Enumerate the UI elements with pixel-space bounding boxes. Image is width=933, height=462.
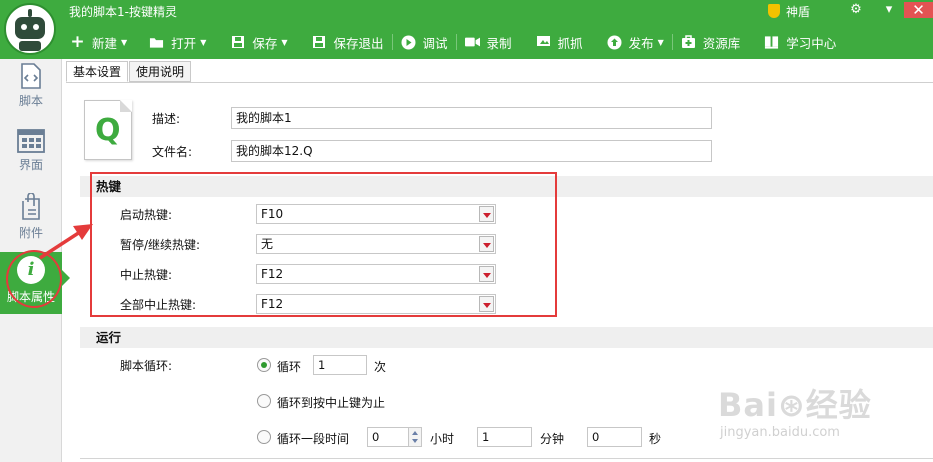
tab-usage-instructions[interactable]: 使用说明 xyxy=(129,61,192,82)
sidebar-item-interface[interactable]: 界面 xyxy=(0,125,62,187)
publish-label: 发布 xyxy=(628,35,654,51)
toolbar-divider xyxy=(591,34,599,50)
hours-unit: 小时 xyxy=(430,432,455,446)
interface-grid-icon xyxy=(17,129,45,153)
new-label: 新建 xyxy=(92,35,118,51)
seconds-unit: 秒 xyxy=(649,432,662,446)
shield-label: 神盾 xyxy=(786,4,811,19)
file-icon-letter: Q xyxy=(95,113,121,148)
resource-library-button[interactable]: 资源库 xyxy=(681,33,741,52)
plus-icon: + xyxy=(70,31,85,52)
watermark-logo: Bai⊛经验 xyxy=(718,386,872,424)
chevron-down-icon[interactable]: ▼ xyxy=(121,38,127,47)
debug-label: 调试 xyxy=(422,35,448,51)
settings-gear-icon[interactable]: ⚙ xyxy=(846,2,866,18)
filename-label: 文件名: xyxy=(152,145,193,159)
toolbar-divider xyxy=(455,34,457,50)
toolbar-divider xyxy=(671,34,673,50)
screen-capture-icon xyxy=(536,35,551,50)
capture-label: 抓抓 xyxy=(557,35,583,51)
chevron-down-icon[interactable]: ▼ xyxy=(200,38,206,47)
learning-center-label: 学习中心 xyxy=(786,35,837,51)
toolbar-divider xyxy=(214,34,222,50)
toolbar: + 新建 ▼ 打开 ▼ 保存 ▼ 保存退出 调试 录制 抓抓 发布 ▼ 资源库 … xyxy=(70,31,836,53)
annotation-circle xyxy=(6,250,62,308)
sidebar-item-attachment[interactable]: 附件 xyxy=(0,189,62,251)
save-label: 保存 xyxy=(252,35,278,51)
watermark-url: jingyan.baidu.com xyxy=(720,425,840,440)
q-file-icon: Q xyxy=(84,100,132,160)
publish-icon xyxy=(607,35,622,50)
toolbar-divider xyxy=(391,34,393,50)
folder-icon xyxy=(149,35,164,50)
new-button[interactable]: + 新建 ▼ xyxy=(70,33,127,52)
save-exit-label: 保存退出 xyxy=(333,35,384,51)
capture-button[interactable]: 抓抓 xyxy=(536,33,583,52)
save-exit-button[interactable]: 保存退出 xyxy=(312,33,384,52)
sidebar-label: 附件 xyxy=(18,226,43,240)
annotation-highlight-box xyxy=(90,172,557,317)
description-label: 描述: xyxy=(152,112,181,126)
play-icon xyxy=(401,35,416,50)
tab-bar: 基本设置 使用说明 xyxy=(66,61,192,83)
save-button[interactable]: 保存 ▼ xyxy=(230,33,288,52)
toolbar-divider xyxy=(135,34,141,50)
save-exit-icon xyxy=(312,35,327,50)
loop-count-input[interactable]: 1 xyxy=(313,355,367,375)
sidebar-label: 界面 xyxy=(18,158,43,172)
title-bar: 我的脚本1-按键精灵 神盾 ⚙ ▾ ✕ + 新建 ▼ 打开 ▼ 保存 ▼ 保存退… xyxy=(0,0,933,59)
minutes-input[interactable]: 1 xyxy=(477,427,532,447)
record-button[interactable]: 录制 xyxy=(464,33,512,52)
loop-count-radio[interactable] xyxy=(257,358,271,372)
open-label: 打开 xyxy=(171,35,197,51)
window-title: 我的脚本1-按键精灵 xyxy=(69,5,177,19)
shield-button[interactable]: 神盾 xyxy=(768,3,810,19)
bottom-divider xyxy=(80,458,933,459)
learning-center-button[interactable]: 学习中心 xyxy=(764,33,836,52)
run-section-header: 运行 xyxy=(80,327,933,348)
toolbar-divider xyxy=(520,34,528,50)
filename-input[interactable]: 我的脚本12.Q xyxy=(231,140,712,162)
description-input[interactable]: 我的脚本1 xyxy=(231,107,712,129)
learning-center-icon xyxy=(764,35,779,50)
script-file-icon xyxy=(21,63,41,89)
loop-count-label: 循环 xyxy=(277,360,302,374)
shield-icon xyxy=(768,4,780,18)
tab-basic-settings[interactable]: 基本设置 xyxy=(66,61,129,82)
menu-dropdown-icon[interactable]: ▾ xyxy=(879,2,899,18)
tab-divider xyxy=(66,82,933,83)
minutes-unit: 分钟 xyxy=(540,432,565,446)
resource-library-label: 资源库 xyxy=(702,35,741,51)
camcorder-icon xyxy=(464,35,480,50)
save-icon xyxy=(230,35,245,50)
loop-duration-label: 循环一段时间 xyxy=(277,432,350,446)
open-button[interactable]: 打开 ▼ xyxy=(149,33,206,52)
sidebar-label: 脚本 xyxy=(18,94,43,108)
script-loop-label: 脚本循环: xyxy=(120,359,173,373)
app-logo-icon xyxy=(4,3,56,55)
debug-button[interactable]: 调试 xyxy=(401,33,448,52)
close-icon[interactable]: ✕ xyxy=(904,2,933,18)
seconds-input[interactable]: 0 xyxy=(587,427,642,447)
loop-duration-radio[interactable] xyxy=(257,430,271,444)
publish-button[interactable]: 发布 ▼ xyxy=(607,33,664,52)
loop-until-stop-radio[interactable] xyxy=(257,394,271,408)
hours-value: 0 xyxy=(372,430,380,444)
paperclip-icon xyxy=(22,193,40,220)
chevron-down-icon[interactable]: ▼ xyxy=(658,38,664,47)
resource-library-icon xyxy=(681,35,696,50)
loop-count-unit: 次 xyxy=(374,360,387,374)
spinner-arrows-icon[interactable] xyxy=(408,428,421,446)
record-label: 录制 xyxy=(486,35,512,51)
toolbar-divider xyxy=(748,34,756,50)
chevron-down-icon[interactable]: ▼ xyxy=(281,38,287,47)
loop-until-stop-label: 循环到按中止键为止 xyxy=(277,396,386,410)
hours-stepper[interactable]: 0 xyxy=(367,427,422,447)
sidebar-item-script[interactable]: 脚本 xyxy=(0,59,62,121)
toolbar-divider xyxy=(296,34,304,50)
